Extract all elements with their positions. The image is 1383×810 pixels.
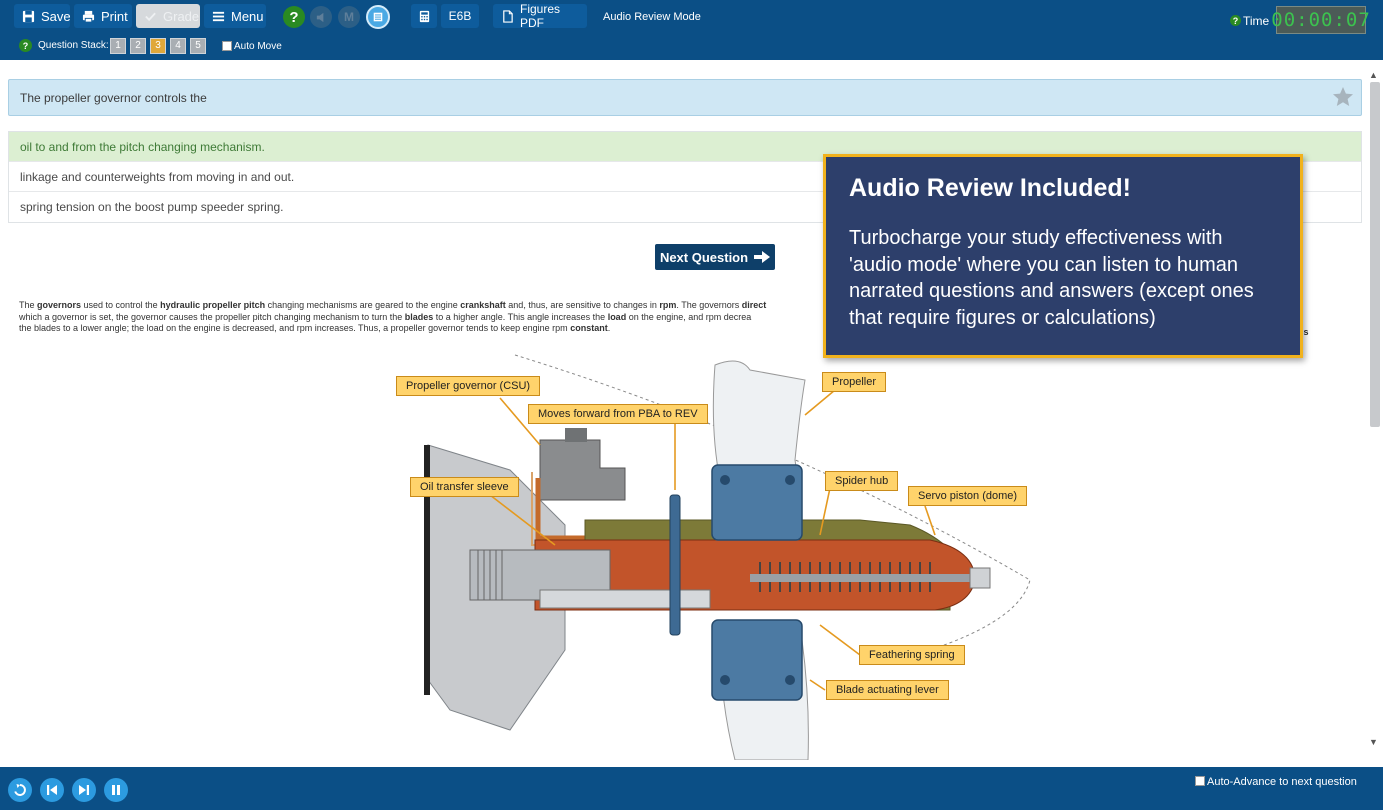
pdf-file-icon — [503, 9, 513, 23]
stack-item-4[interactable]: 4 — [170, 38, 186, 54]
promo-body: Turbocharge your study effectiveness wit… — [849, 227, 1254, 329]
e6b-button[interactable]: E6B — [441, 4, 479, 28]
auto-move-checkbox[interactable] — [222, 41, 232, 51]
mode-label: Audio Review Mode — [603, 11, 701, 23]
label-blade-actuating-lever: Blade actuating lever — [826, 680, 949, 700]
arrow-right-icon — [754, 251, 771, 263]
label-oil-transfer-sleeve: Oil transfer sleeve — [410, 477, 519, 497]
label-propeller-governor: Propeller governor (CSU) — [396, 376, 541, 396]
time-label: Time — [1243, 14, 1270, 28]
stack-item-5[interactable]: 5 — [190, 38, 206, 54]
stack-item-1[interactable]: 1 — [110, 38, 126, 54]
notes-icon[interactable] — [366, 5, 390, 29]
pause-button[interactable] — [104, 778, 128, 802]
label-servo-piston: Servo piston (dome) — [908, 486, 1028, 506]
label-spider-hub: Spider hub — [825, 471, 899, 491]
question-stack-label: Question Stack: — [38, 40, 109, 51]
replay-icon — [14, 784, 26, 796]
audio-review-promo: Audio Review Included! Turbocharge your … — [823, 154, 1303, 358]
save-label: Save — [41, 8, 71, 24]
scroll-down-icon[interactable]: ▼ — [1369, 737, 1378, 747]
label-moves-forward: Moves forward from PBA to REV — [528, 404, 708, 424]
menu-button[interactable]: Menu — [204, 4, 266, 28]
auto-advance-checkbox[interactable] — [1195, 776, 1205, 786]
save-icon — [22, 10, 35, 22]
grade-label: Grade — [163, 8, 200, 24]
star-icon[interactable] — [1331, 85, 1355, 109]
next-question-button[interactable]: Next Question — [655, 244, 775, 270]
stack-item-2[interactable]: 2 — [130, 38, 146, 54]
scroll-up-icon[interactable]: ▲ — [1369, 70, 1378, 80]
pause-icon — [112, 785, 120, 795]
bottom-toolbar — [0, 767, 1383, 810]
next-question-label: Next Question — [659, 249, 749, 265]
print-icon — [82, 10, 95, 23]
auto-move-label: Auto Move — [234, 41, 282, 52]
auto-advance-label: Auto-Advance to next question — [1207, 776, 1357, 788]
audio-icon[interactable] — [310, 6, 332, 28]
grade-button[interactable]: Grade — [136, 4, 200, 28]
stack-help-icon[interactable]: ? — [19, 39, 32, 52]
timer-display: 00:00:07 — [1271, 6, 1370, 34]
stack-item-3[interactable]: 3 — [150, 38, 166, 54]
skip-back-icon — [47, 785, 57, 795]
help-icon[interactable]: ? — [283, 6, 305, 28]
label-feathering-spring: Feathering spring — [859, 645, 965, 665]
figures-pdf-button[interactable]: Figures PDF — [493, 2, 587, 30]
hamburger-icon — [212, 11, 225, 21]
propeller-governor-figure — [424, 354, 1031, 760]
print-label: Print — [101, 8, 128, 24]
e6b-label: E6B — [448, 9, 472, 23]
question-panel: The propeller governor controls the — [8, 79, 1362, 116]
print-button[interactable]: Print — [74, 4, 132, 28]
promo-title: Audio Review Included! — [849, 174, 1131, 202]
menu-label: Menu — [231, 8, 264, 24]
calculator-button[interactable] — [411, 4, 437, 28]
previous-button[interactable] — [40, 778, 64, 802]
save-button[interactable]: Save — [14, 4, 71, 28]
label-propeller: Propeller — [822, 372, 887, 392]
markdown-icon[interactable]: M — [338, 6, 360, 28]
replay-button[interactable] — [8, 778, 32, 802]
next-button[interactable] — [72, 778, 96, 802]
time-help-icon[interactable]: ? — [1230, 15, 1241, 26]
check-icon — [145, 12, 156, 21]
skip-forward-icon — [79, 785, 89, 795]
question-text: The propeller governor controls the — [20, 91, 207, 105]
scrollbar-thumb[interactable] — [1370, 82, 1380, 427]
calculator-icon — [419, 10, 429, 22]
figures-pdf-label: Figures PDF — [520, 2, 561, 30]
